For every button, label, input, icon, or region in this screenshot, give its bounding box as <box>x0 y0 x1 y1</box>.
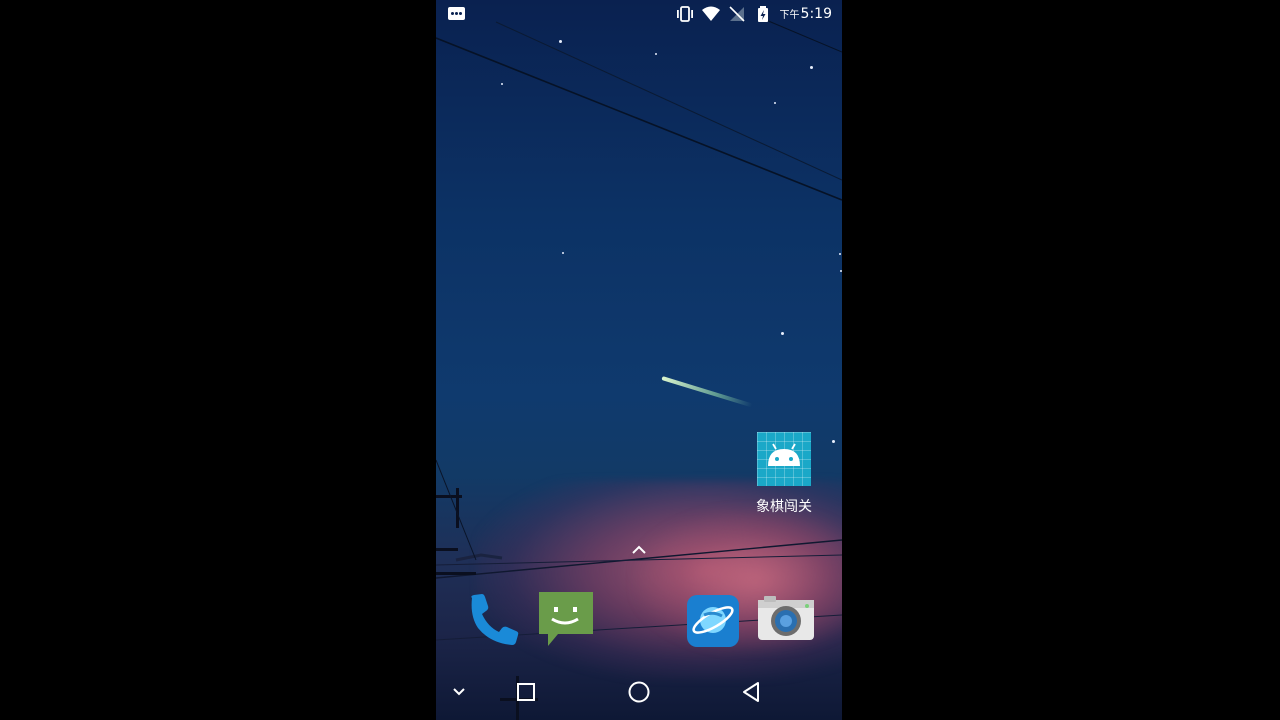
star <box>810 66 813 69</box>
browser-planet-icon <box>687 595 739 647</box>
status-icons <box>676 5 772 23</box>
star <box>781 332 784 335</box>
phone-screen: 下午5:19 象棋闯关 <box>436 0 842 720</box>
camera-icon <box>758 596 814 640</box>
dock-camera[interactable] <box>756 590 814 648</box>
app-label: 象棋闯关 <box>756 499 812 515</box>
star <box>774 102 776 104</box>
android-icon <box>768 443 800 466</box>
app-drawer-up-icon[interactable] <box>631 542 647 556</box>
star <box>655 53 657 55</box>
no-signal-icon <box>729 6 745 22</box>
navigation-bar <box>436 664 842 720</box>
star <box>839 253 841 255</box>
status-bar[interactable]: 下午5:19 <box>436 0 842 28</box>
clock-ampm: 下午 <box>779 10 800 21</box>
back-triangle-icon[interactable] <box>738 678 766 706</box>
battery-charging-icon <box>758 6 768 22</box>
home-circle-icon[interactable] <box>625 678 653 706</box>
dock-browser[interactable] <box>684 590 742 648</box>
dock-messages[interactable] <box>536 590 594 648</box>
star <box>559 40 562 43</box>
vibrate-icon <box>677 6 693 22</box>
messages-icon <box>539 592 593 646</box>
wifi-icon <box>702 6 720 21</box>
status-clock: 下午5:19 <box>780 6 832 22</box>
dock-phone[interactable] <box>464 590 522 648</box>
star <box>562 252 564 254</box>
chevron-down-icon[interactable] <box>445 678 473 706</box>
clock-time: 5:19 <box>800 6 832 22</box>
star <box>840 270 842 272</box>
app-icon-tile <box>757 432 811 486</box>
star <box>501 83 503 85</box>
star <box>832 440 835 443</box>
desktop-app-xiangqi[interactable]: 象棋闯关 <box>752 432 816 516</box>
phone-icon <box>471 594 519 645</box>
notification-dots-icon <box>448 7 465 20</box>
recents-square-icon[interactable] <box>512 678 540 706</box>
